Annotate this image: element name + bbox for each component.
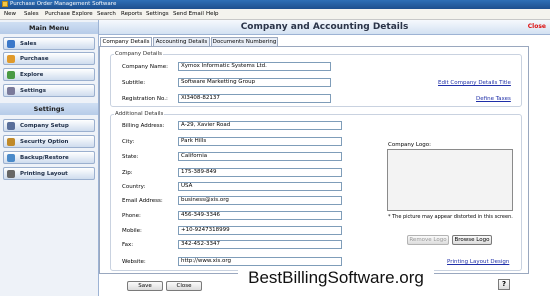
country-field[interactable]: USA [178, 182, 342, 191]
browse-logo-button[interactable]: Browse Logo [452, 235, 492, 245]
menu-bar: New Sales Purchase Explore Search Report… [0, 9, 550, 20]
explore-icon [7, 71, 15, 79]
email-address-label: Email Address: [122, 198, 163, 204]
state-field[interactable]: California [178, 152, 342, 161]
help-icon[interactable]: ? [498, 279, 510, 290]
billing-address-label: Billing Address: [122, 123, 165, 129]
tab-documents-numbering[interactable]: Documents Numbering [211, 37, 278, 46]
subtitle-label: Subtitle: [122, 80, 146, 86]
save-button[interactable]: Save [127, 281, 163, 291]
company-name-field[interactable]: Xymox Informatic Systems Ltd. [178, 62, 331, 71]
sidebar-item-explore[interactable]: Explore [3, 68, 95, 81]
city-label: City: [122, 139, 135, 145]
sidebar-item-settings[interactable]: Settings [3, 84, 95, 97]
settings-icon [7, 87, 15, 95]
sidebar-item-company-setup[interactable]: Company Setup [3, 119, 95, 132]
lock-icon [7, 138, 15, 146]
menu-sales[interactable]: Sales [24, 11, 39, 17]
menu-purchase[interactable]: Purchase [45, 11, 70, 17]
app-icon [2, 1, 8, 7]
phone-label: Phone: [122, 213, 141, 219]
menu-reports[interactable]: Reports [121, 11, 142, 17]
sidebar-item-label: Sales [20, 41, 37, 47]
menu-send-email[interactable]: Send Email [173, 11, 204, 17]
close-link[interactable]: Close [528, 23, 546, 30]
sidebar: Main Menu Sales Purchase Explore Setting… [0, 20, 99, 296]
phone-field[interactable]: 456-349-3346 [178, 211, 342, 220]
menu-new[interactable]: New [4, 11, 16, 17]
sidebar-item-label: Security Option [20, 139, 69, 145]
company-details-group-title: Company Details [114, 51, 163, 57]
sidebar-item-sales[interactable]: Sales [3, 37, 95, 50]
sidebar-item-printing-layout[interactable]: Printing Layout [3, 167, 95, 180]
mobile-label: Mobile: [122, 228, 142, 234]
backup-icon [7, 154, 15, 162]
sidebar-item-security-option[interactable]: Security Option [3, 135, 95, 148]
logo-distortion-note: * The picture may appear distorted in th… [388, 214, 513, 220]
zip-field[interactable]: 175-389-849 [178, 168, 342, 177]
settings-heading: Settings [0, 103, 98, 115]
additional-details-group-title: Additional Details [114, 111, 165, 117]
sidebar-item-label: Explore [20, 72, 44, 78]
remove-logo-button[interactable]: Remove Logo [407, 235, 449, 245]
sidebar-item-purchase[interactable]: Purchase [3, 52, 95, 65]
title-bar: Purchase Order Management Software [0, 0, 550, 9]
email-address-field[interactable]: business@xis.org [178, 196, 342, 205]
printer-icon [7, 170, 15, 178]
sidebar-item-label: Company Setup [20, 123, 69, 129]
sidebar-item-backup-restore[interactable]: Backup/Restore [3, 151, 95, 164]
company-name-label: Company Name: [122, 64, 168, 70]
company-logo-preview [387, 149, 513, 211]
menu-settings[interactable]: Settings [146, 11, 169, 17]
subtitle-field[interactable]: Software Marketting Group [178, 78, 331, 87]
menu-search[interactable]: Search [97, 11, 116, 17]
purchase-icon [7, 55, 15, 63]
window-title: Purchase Order Management Software [10, 1, 117, 7]
sidebar-item-label: Backup/Restore [20, 155, 69, 161]
company-logo-label: Company Logo: [388, 142, 431, 148]
country-label: Country: [122, 184, 146, 190]
page-title: Company and Accounting Details [240, 22, 409, 32]
sidebar-item-label: Settings [20, 88, 46, 94]
main-menu-heading: Main Menu [0, 22, 98, 34]
sidebar-item-label: Printing Layout [20, 171, 68, 177]
website-label: Website: [122, 259, 146, 265]
tab-accounting-details[interactable]: Accounting Details [153, 37, 210, 46]
menu-explore[interactable]: Explore [72, 11, 93, 17]
registration-field[interactable]: XI3408-82137 [178, 94, 331, 103]
website-field[interactable]: http://www.xis.org [178, 257, 342, 266]
registration-label: Registration No.: [122, 96, 168, 102]
main-header: Company and Accounting Details Close [99, 20, 550, 35]
sales-icon [7, 40, 15, 48]
fax-label: Fax: [122, 242, 134, 248]
fax-field[interactable]: 342-452-3347 [178, 240, 342, 249]
billing-address-field[interactable]: A-29, Xavier Road [178, 121, 342, 130]
mobile-field[interactable]: +10-9247318999 [178, 226, 342, 235]
edit-company-details-title-link[interactable]: Edit Company Details Title [438, 80, 511, 86]
printing-layout-design-link[interactable]: Printing Layout Design [447, 259, 509, 265]
menu-help[interactable]: Help [206, 11, 219, 17]
city-field[interactable]: Park Hills [178, 137, 342, 146]
state-label: State: [122, 154, 139, 160]
company-icon [7, 122, 15, 130]
sidebar-item-label: Purchase [20, 56, 49, 62]
close-button[interactable]: Close [166, 281, 202, 291]
define-taxes-link[interactable]: Define Taxes [476, 96, 511, 102]
watermark-text: BestBillingSoftware.org [238, 266, 434, 290]
zip-label: Zip: [122, 170, 133, 176]
